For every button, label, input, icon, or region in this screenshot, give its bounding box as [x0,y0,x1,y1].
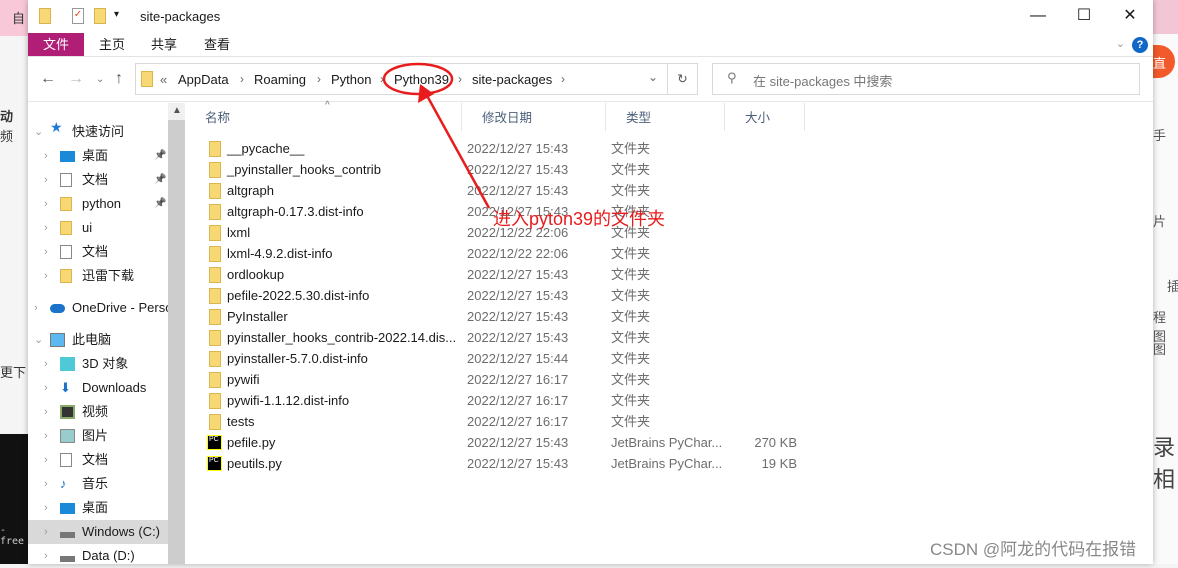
annotation-arrow [423,91,491,209]
annotation-overlay [382,62,491,209]
annotation-arrowhead [418,84,434,103]
annotation-circle [382,62,454,96]
annotation-text: 进入pyton39的文件夹 [493,209,666,229]
watermark: CSDN @阿龙的代码在报错 [930,540,1137,559]
